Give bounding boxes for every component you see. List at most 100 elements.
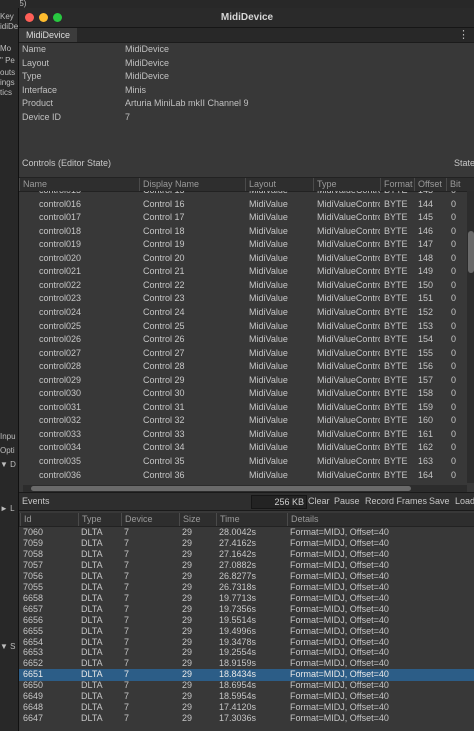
event-row[interactable]: 7058 DLTA 7 29 27.1642s Format=MIDJ, Offset=4… [19,549,474,561]
event-cell: 29 [182,559,193,570]
event-row[interactable]: 6650 DLTA 7 29 18.6954s Format=MIDJ, Offset=4… [19,680,474,692]
property-key: Layout [22,57,50,68]
column-header[interactable]: Bit [446,178,468,191]
event-row[interactable]: 6653 DLTA 7 29 19.2554s Format=MIDJ, Offset=4… [19,647,474,659]
control-row[interactable]: control017 Control 17 MidiValue MidiValueCo… [19,211,467,225]
event-column-header[interactable]: Details [287,513,471,526]
scroll-thumb[interactable] [31,486,411,491]
record-frames-button[interactable]: Record Frames [365,493,427,510]
control-cell: MidiValueContro [317,191,380,198]
pause-button[interactable]: Pause [334,493,360,510]
event-cell: 7 [124,636,130,647]
control-row[interactable]: control029 Control 29 MidiValue MidiValueCo… [19,374,467,388]
event-column-header[interactable]: Time [216,513,289,526]
event-column-header[interactable]: Size [179,513,218,526]
control-row[interactable]: control032 Control 32 MidiValue MidiValueCo… [19,414,467,428]
control-cell: BYTE [384,347,408,358]
event-row[interactable]: 6647 DLTA 7 29 17.3036s Format=MIDJ, Offset=4… [19,713,474,725]
control-cell: Control 15 [143,191,245,198]
event-row[interactable]: 6658 DLTA 7 29 19.7713s Format=MIDJ, Offset=4… [19,593,474,605]
control-row[interactable]: control025 Control 25 MidiValue MidiValueCo… [19,320,467,334]
control-cell: 0 [451,469,457,480]
control-cell: MidiValue [249,320,288,331]
event-row[interactable]: 7055 DLTA 7 29 26.7318s Format=MIDJ, Offset=4… [19,582,474,594]
window-titlebar[interactable]: MidiDevice [19,8,474,28]
control-cell: 0 [451,442,457,453]
event-column-header[interactable]: Device [121,513,181,526]
column-header[interactable]: Display Name [139,178,247,191]
buffer-size-field[interactable]: 256 KB [251,495,307,509]
control-cell: MidiValue [249,415,288,426]
event-cell: 28.0042s [219,527,257,537]
property-value: 7 [125,111,131,122]
save-button[interactable]: Save [429,493,450,510]
event-cell: 29 [182,614,193,625]
control-row[interactable]: control016 Control 16 MidiValue MidiValueCo… [19,198,467,212]
more-menu-icon[interactable]: ⋮ [458,28,469,42]
control-row[interactable]: control024 Control 24 MidiValue MidiValueCo… [19,306,467,320]
column-header[interactable]: Name [19,178,141,191]
control-row[interactable]: control036 Control 36 MidiValue MidiValueCo… [19,469,467,483]
control-row[interactable]: control026 Control 26 MidiValue MidiValueCo… [19,333,467,347]
control-cell: control029 [39,374,82,385]
control-row[interactable]: control022 Control 22 MidiValue MidiValueCo… [19,279,467,293]
clear-button[interactable]: Clear [308,493,330,510]
event-row[interactable]: 6655 DLTA 7 29 19.4996s Format=MIDJ, Offset=4… [19,626,474,638]
control-cell: MidiValue [249,239,288,250]
control-row[interactable]: control033 Control 33 MidiValue MidiValueCo… [19,428,467,442]
load-button[interactable]: Load [455,493,474,510]
event-row[interactable]: 6654 DLTA 7 29 19.3478s Format=MIDJ, Offset=4… [19,637,474,649]
event-cell: 29 [182,713,193,724]
controls-vertical-scrollbar[interactable] [467,191,474,483]
event-row[interactable]: 7060 DLTA 7 29 28.0042s Format=MIDJ, Offset=4… [19,527,474,539]
event-row[interactable]: 6649 DLTA 7 29 18.5954s Format=MIDJ, Offset=4… [19,691,474,703]
control-row[interactable]: control027 Control 27 MidiValue MidiValueCo… [19,347,467,361]
column-header[interactable]: Format [380,178,416,191]
control-row[interactable]: control020 Control 20 MidiValue MidiValueCo… [19,252,467,266]
control-row[interactable]: control031 Control 31 MidiValue MidiValueCo… [19,401,467,415]
control-cell: 147 [418,239,434,250]
control-row[interactable]: control015Control 15 MidiValue MidiValueCo… [19,191,467,198]
event-row[interactable]: 7056 DLTA 7 29 26.8277s Format=MIDJ, Offset=4… [19,571,474,583]
event-row[interactable]: 6648 DLTA 7 29 17.4120s Format=MIDJ, Offset=4… [19,702,474,714]
event-row[interactable]: 6656 DLTA 7 29 19.5514s Format=MIDJ, Offset=4… [19,615,474,627]
column-header[interactable]: Layout [245,178,315,191]
event-row[interactable]: 7057 DLTA 7 29 27.0882s Format=MIDJ, Offset=4… [19,560,474,572]
control-row[interactable]: control023 Control 23 MidiValue MidiValueCo… [19,292,467,306]
control-cell: control035 [39,456,82,466]
control-cell: control018 [39,225,82,236]
control-cell: Control 31 [143,401,185,412]
control-cell: MidiValue [249,191,313,198]
control-row[interactable]: control021 Control 21 MidiValue MidiValueCo… [19,265,467,279]
control-row[interactable]: control034 Control 34 MidiValue MidiValueCo… [19,441,467,455]
control-cell: BYTE [384,198,408,209]
control-cell: Control 33 [143,428,185,439]
control-row[interactable]: control030 Control 30 MidiValue MidiValueCo… [19,387,467,401]
control-row[interactable]: control035 Control 35 MidiValue MidiValueCo… [19,455,467,469]
control-cell: MidiValueContro [317,212,380,223]
control-row[interactable]: control019 Control 19 MidiValue MidiValueCo… [19,238,467,252]
control-row[interactable]: control018 Control 18 MidiValue MidiValueCo… [19,225,467,239]
event-row[interactable]: 6652 DLTA 7 29 18.9159s Format=MIDJ, Offset=4… [19,658,474,670]
control-cell: MidiValue [249,293,288,304]
column-header[interactable]: Offset [414,178,448,191]
control-row[interactable]: control028 Control 28 MidiValue MidiValueCo… [19,360,467,374]
control-cell: 0 [451,347,457,358]
tab-midi-device[interactable]: MidiDevice [19,28,78,42]
event-cell: DLTA [81,527,103,537]
scroll-thumb[interactable] [468,231,474,273]
column-header[interactable]: Type [313,178,382,191]
event-cell: 29 [182,603,193,614]
event-column-header[interactable]: Type [78,513,123,526]
event-cell: 7 [124,614,130,625]
control-cell: Control 18 [143,225,185,236]
event-row[interactable]: 7059 DLTA 7 29 27.4162s Format=MIDJ, Offset=4… [19,538,474,550]
event-cell: 19.7713s [219,592,257,603]
control-cell: 156 [418,361,434,372]
control-cell: control028 [39,361,82,372]
event-row[interactable]: 6657 DLTA 7 29 19.7356s Format=MIDJ, Offset=4… [19,604,474,616]
event-row-selected[interactable]: 6651 DLTA 7 29 18.8434s Format=MIDJ, Offset=4… [19,669,474,681]
events-table: 7060 DLTA 7 29 28.0042s Format=MIDJ, Offset=4… [19,527,474,731]
event-column-header[interactable]: Id [20,513,80,526]
event-cell: 17.4120s [219,702,257,713]
